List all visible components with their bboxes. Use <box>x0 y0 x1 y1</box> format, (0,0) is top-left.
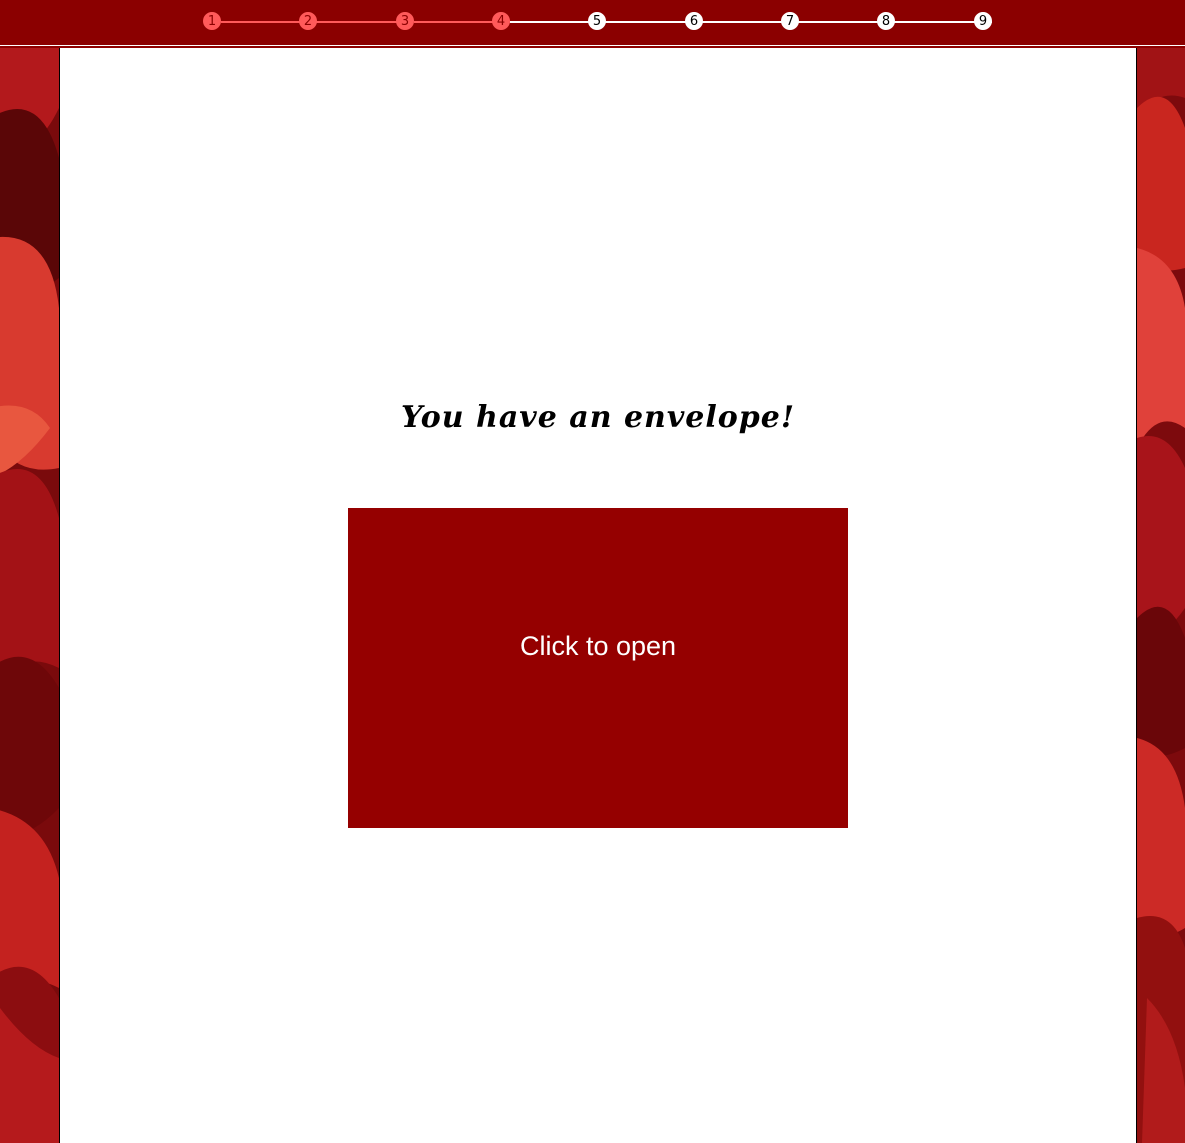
step-2[interactable]: 2 <box>299 12 317 30</box>
progress-steps: 1 2 3 4 5 6 7 8 9 <box>203 12 992 32</box>
step-1[interactable]: 1 <box>203 12 221 30</box>
progress-bar: 1 2 3 4 5 6 7 8 9 <box>0 0 1185 46</box>
step-4[interactable]: 4 <box>492 12 510 30</box>
envelope-label: Click to open <box>519 631 677 661</box>
step-9[interactable]: 9 <box>974 12 992 30</box>
rose-petals-right-image <box>1137 48 1185 1143</box>
main-content: You have an envelope! Click to open <box>59 48 1137 1143</box>
step-8[interactable]: 8 <box>877 12 895 30</box>
step-3[interactable]: 3 <box>396 12 414 30</box>
step-5[interactable]: 5 <box>588 12 606 30</box>
rose-petals-left-image <box>0 48 59 1143</box>
envelope-button[interactable]: Click to open <box>348 508 848 828</box>
step-7[interactable]: 7 <box>781 12 799 30</box>
step-6[interactable]: 6 <box>685 12 703 30</box>
envelope-heading: You have an envelope! <box>400 400 796 435</box>
